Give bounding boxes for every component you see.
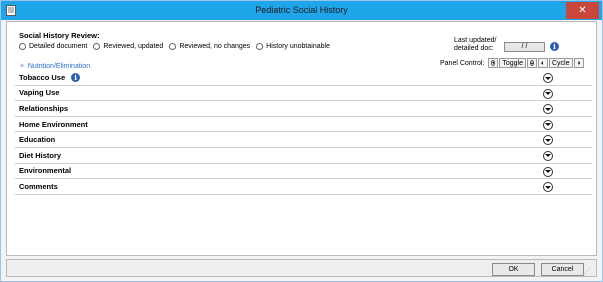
cycle-button[interactable]: Cycle <box>549 58 573 68</box>
collapse-up-icon: ▴ <box>530 60 535 66</box>
last-updated-label: Last updated/ detailed doc: <box>454 37 496 53</box>
cycle-back-icon: ◐ <box>540 59 546 67</box>
nutrition-elimination-link[interactable]: ✧ Nutrition/Elimination <box>19 62 91 71</box>
close-button[interactable]: ✕ <box>566 2 599 19</box>
panel-control-label: Panel Control: <box>440 59 485 67</box>
section-label: Environmental <box>19 166 72 176</box>
expand-chevron-icon[interactable] <box>543 166 553 177</box>
social-history-review-label: Social History Review: <box>19 31 100 40</box>
panel-control: Panel Control: ▾ Toggle ▴ ◐ Cycle ◑ <box>440 58 585 68</box>
ok-button[interactable]: OK <box>492 263 535 276</box>
expand-chevron-icon[interactable] <box>543 73 553 83</box>
info-icon[interactable]: i <box>550 42 559 51</box>
section-label: Diet History <box>19 150 62 160</box>
radio-label: History unobtainable <box>266 43 330 50</box>
radio-label: Detailed document <box>29 43 88 50</box>
section-label: Relationships <box>19 103 69 113</box>
dialog-window: Pediatric Social History ✕ Social Histor… <box>0 0 603 282</box>
section-label: Education <box>19 135 56 145</box>
radio-label: Reviewed, no changes <box>179 43 251 50</box>
info-icon[interactable]: i <box>71 72 81 82</box>
radio-circle-icon[interactable] <box>19 43 26 50</box>
radio-history-unobtainable[interactable]: History unobtainable <box>256 43 330 50</box>
section-label: Home Environment <box>19 119 88 129</box>
section-label: Tobacco Use <box>19 72 66 82</box>
section-diet-history[interactable]: Diet History <box>15 148 592 164</box>
expand-chevron-icon[interactable] <box>543 104 553 115</box>
expand-down-icon: ▾ <box>491 60 496 66</box>
resize-grip-icon[interactable]: ⋰ <box>584 268 594 276</box>
section-comments[interactable]: Comments <box>15 179 592 195</box>
section-tobacco-use[interactable]: Tobacco Use i <box>15 70 592 86</box>
expand-chevron-icon[interactable] <box>543 88 553 99</box>
expand-chevron-icon[interactable] <box>543 135 553 146</box>
nutrition-elimination-label: Nutrition/Elimination <box>27 62 91 70</box>
section-label: Vaping Use <box>19 88 60 98</box>
cancel-button[interactable]: Cancel <box>541 263 584 276</box>
radio-label: Reviewed, updated <box>103 43 164 50</box>
cycle-forward-button[interactable]: ◑ <box>573 58 584 68</box>
last-updated-line2: detailed doc: <box>454 45 494 52</box>
cycle-forward-icon: ◑ <box>576 59 581 67</box>
review-radio-group: Detailed document Reviewed, updated Revi… <box>19 43 336 50</box>
title-bar[interactable]: Pediatric Social History ✕ <box>1 1 602 20</box>
radio-reviewed-no-changes[interactable]: Reviewed, no changes <box>169 43 250 50</box>
expand-link-icon: ✧ <box>19 63 25 70</box>
radio-circle-icon[interactable] <box>93 43 101 50</box>
expand-all-button[interactable]: ▾ <box>488 58 499 68</box>
expand-chevron-icon[interactable] <box>543 150 553 161</box>
last-updated-line1: Last updated/ <box>454 37 497 44</box>
expand-chevron-icon[interactable] <box>543 182 553 193</box>
window-title: Pediatric Social History <box>255 5 348 15</box>
toggle-button[interactable]: Toggle <box>499 58 526 68</box>
cycle-back-button[interactable]: ◐ <box>538 58 548 68</box>
section-list: Tobacco Use i Vaping Use Relationships H… <box>15 70 592 195</box>
collapse-all-button[interactable]: ▴ <box>527 58 537 68</box>
section-education[interactable]: Education <box>15 132 592 148</box>
expand-chevron-icon[interactable] <box>543 119 553 130</box>
radio-reviewed-updated[interactable]: Reviewed, updated <box>93 43 163 50</box>
radio-detailed-document[interactable]: Detailed document <box>19 43 87 50</box>
section-home-environment[interactable]: Home Environment <box>15 117 592 133</box>
section-environmental[interactable]: Environmental <box>15 164 592 180</box>
last-updated-date-field[interactable]: / / <box>504 42 545 52</box>
section-relationships[interactable]: Relationships <box>15 101 592 117</box>
section-vaping-use[interactable]: Vaping Use <box>15 86 592 102</box>
radio-circle-icon[interactable] <box>256 43 264 50</box>
radio-circle-icon[interactable] <box>169 43 177 50</box>
form-content: Social History Review: Detailed document… <box>6 21 597 256</box>
section-label: Comments <box>19 181 58 191</box>
